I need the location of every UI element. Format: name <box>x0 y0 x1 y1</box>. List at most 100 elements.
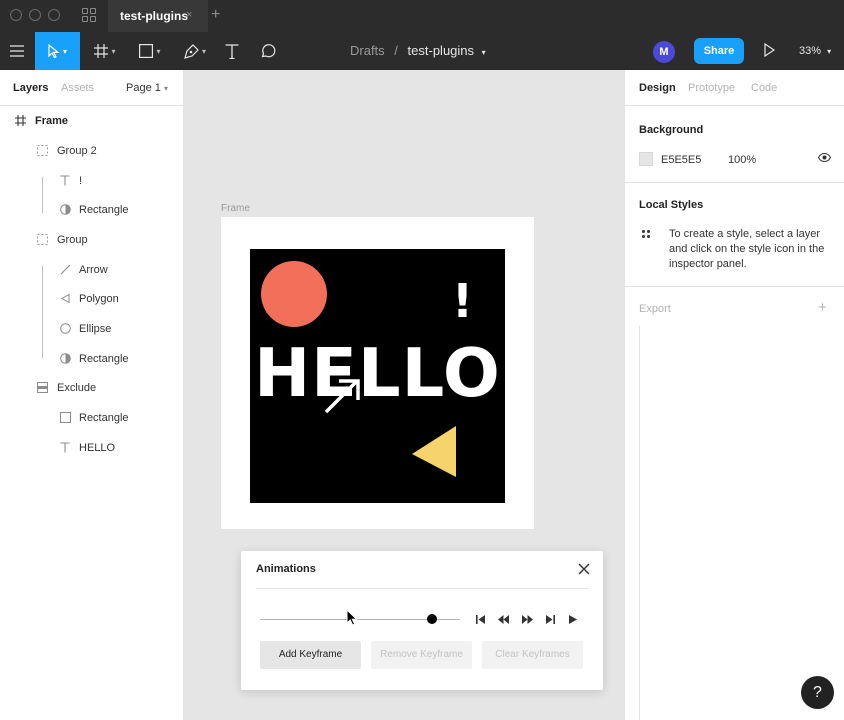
menu-icon <box>10 45 24 57</box>
inspector-panel: Design Prototype Code Background E5E5E5 … <box>624 70 844 720</box>
layer-row-arrow[interactable]: Arrow <box>0 255 184 284</box>
shape-tool-button[interactable]: ▾ <box>133 32 167 70</box>
file-tab-label: test-plugins <box>120 9 188 23</box>
chevron-down-icon: ▾ <box>163 84 168 93</box>
add-keyframe-button[interactable]: Add Keyframe <box>260 641 361 669</box>
pen-icon <box>184 43 199 59</box>
background-opacity-input[interactable]: 100% <box>728 154 756 166</box>
layer-row-rectangle-mask[interactable]: Rectangle <box>0 195 184 224</box>
file-name[interactable]: test-plugins <box>408 43 474 58</box>
divider <box>256 588 588 589</box>
tab-assets[interactable]: Assets <box>61 82 94 94</box>
avatar[interactable]: M <box>653 41 675 63</box>
present-button[interactable] <box>764 42 776 60</box>
window-minimize-dot[interactable] <box>29 9 41 21</box>
layer-row-hello[interactable]: HELLO <box>0 433 184 462</box>
frame-label[interactable]: Frame <box>221 203 250 214</box>
text-icon <box>59 442 71 454</box>
layer-label: Ellipse <box>79 322 112 335</box>
clear-keyframes-button[interactable]: Clear Keyframes <box>482 641 583 669</box>
page-selector-label: Page 1 <box>126 82 161 94</box>
frame-tool-button[interactable]: ▾ <box>88 32 122 70</box>
chevron-down-icon: ▾ <box>62 46 67 56</box>
boolean-icon <box>36 382 48 394</box>
layer-row-exclamation[interactable]: ! <box>0 166 184 195</box>
layer-label: Frame <box>35 114 69 127</box>
tab-layers[interactable]: Layers <box>13 82 48 94</box>
local-styles-title: Local Styles <box>639 199 704 211</box>
frame-icon <box>14 115 26 127</box>
tab-code[interactable]: Code <box>751 82 777 94</box>
text-tool-button[interactable] <box>220 32 244 70</box>
artwork-group[interactable]: ! HELLO <box>250 249 505 503</box>
layer-label: Rectangle <box>79 352 129 365</box>
polygon-shape[interactable] <box>412 426 456 477</box>
text-icon <box>225 43 239 59</box>
layer-label: Rectangle <box>79 411 129 424</box>
help-button[interactable]: ? <box>801 676 834 709</box>
tab-prototype[interactable]: Prototype <box>688 82 735 94</box>
ellipse-icon <box>59 323 71 335</box>
home-grid-icon[interactable] <box>82 8 96 22</box>
layer-label: HELLO <box>79 441 116 454</box>
hello-text[interactable]: HELLO <box>250 333 505 413</box>
file-tab[interactable]: test-plugins <box>108 0 208 32</box>
layer-label: Arrow <box>79 263 108 276</box>
zoom-menu[interactable]: 33% ▾ <box>799 32 831 71</box>
layer-row-rectangle[interactable]: Rectangle <box>0 403 184 432</box>
chevron-down-icon[interactable]: ▾ <box>482 48 486 57</box>
add-export-icon[interactable]: + <box>818 299 827 316</box>
new-tab-icon[interactable]: + <box>211 6 220 24</box>
tab-close-icon[interactable]: × <box>186 9 192 21</box>
layer-row-frame[interactable]: Frame <box>0 106 184 135</box>
exclamation-text[interactable]: ! <box>452 273 473 329</box>
breadcrumb-drafts[interactable]: Drafts <box>350 43 385 58</box>
background-hex-input[interactable]: E5E5E5 <box>661 154 701 166</box>
skip-to-start-icon[interactable] <box>473 613 487 625</box>
rectangle-icon <box>139 44 154 58</box>
styles-icon <box>642 230 650 238</box>
left-panel-tabs: Layers Assets Page 1 ▾ <box>0 70 184 106</box>
chevron-down-icon: ▾ <box>201 46 206 56</box>
layer-row-exclude[interactable]: Exclude <box>0 373 184 402</box>
background-color-swatch[interactable] <box>639 152 653 166</box>
window-close-dot[interactable] <box>10 9 22 21</box>
layer-label: Group <box>57 233 88 246</box>
ellipse-shape[interactable] <box>261 261 327 327</box>
polygon-icon <box>59 293 71 305</box>
layer-row-ellipse[interactable]: Ellipse <box>0 314 184 343</box>
layer-row-rectangle-mask-2[interactable]: Rectangle <box>0 344 184 373</box>
layer-row-polygon[interactable]: Polygon <box>0 284 184 313</box>
window-zoom-dot[interactable] <box>48 9 60 21</box>
step-forward-icon[interactable] <box>520 613 534 625</box>
local-styles-hint: To create a style, select a layer and cl… <box>669 228 825 270</box>
skip-to-end-icon[interactable] <box>543 613 557 625</box>
layer-row-group-2[interactable]: Group 2 <box>0 136 184 165</box>
pen-tool-button[interactable]: ▾ <box>178 32 212 70</box>
layer-row-group[interactable]: Group <box>0 225 184 254</box>
frame-icon <box>94 44 109 58</box>
page-selector[interactable]: Page 1 ▾ <box>126 82 168 94</box>
zoom-level: 33% <box>799 45 822 57</box>
move-icon <box>48 44 60 58</box>
remove-keyframe-button[interactable]: Remove Keyframe <box>371 641 472 669</box>
mask-icon <box>59 204 71 216</box>
right-panel-tabs: Design Prototype Code <box>625 70 844 106</box>
share-button[interactable]: Share <box>694 38 744 64</box>
mask-icon <box>59 353 71 365</box>
eye-icon[interactable] <box>817 152 832 165</box>
comment-tool-button[interactable] <box>256 32 280 70</box>
group-icon <box>36 234 48 246</box>
tab-design[interactable]: Design <box>639 82 676 94</box>
step-back-icon[interactable] <box>496 613 510 625</box>
move-tool-button[interactable]: ▾ <box>35 32 80 70</box>
divider <box>639 325 640 720</box>
animations-title: Animations <box>256 563 316 575</box>
title-bar: test-plugins × + <box>0 0 844 32</box>
close-icon[interactable] <box>578 563 590 578</box>
layer-label: Rectangle <box>79 203 129 216</box>
main-menu-button[interactable] <box>0 32 34 70</box>
divider <box>625 286 844 287</box>
timeline-scrubber-handle[interactable] <box>427 614 437 624</box>
play-icon[interactable] <box>566 613 580 625</box>
